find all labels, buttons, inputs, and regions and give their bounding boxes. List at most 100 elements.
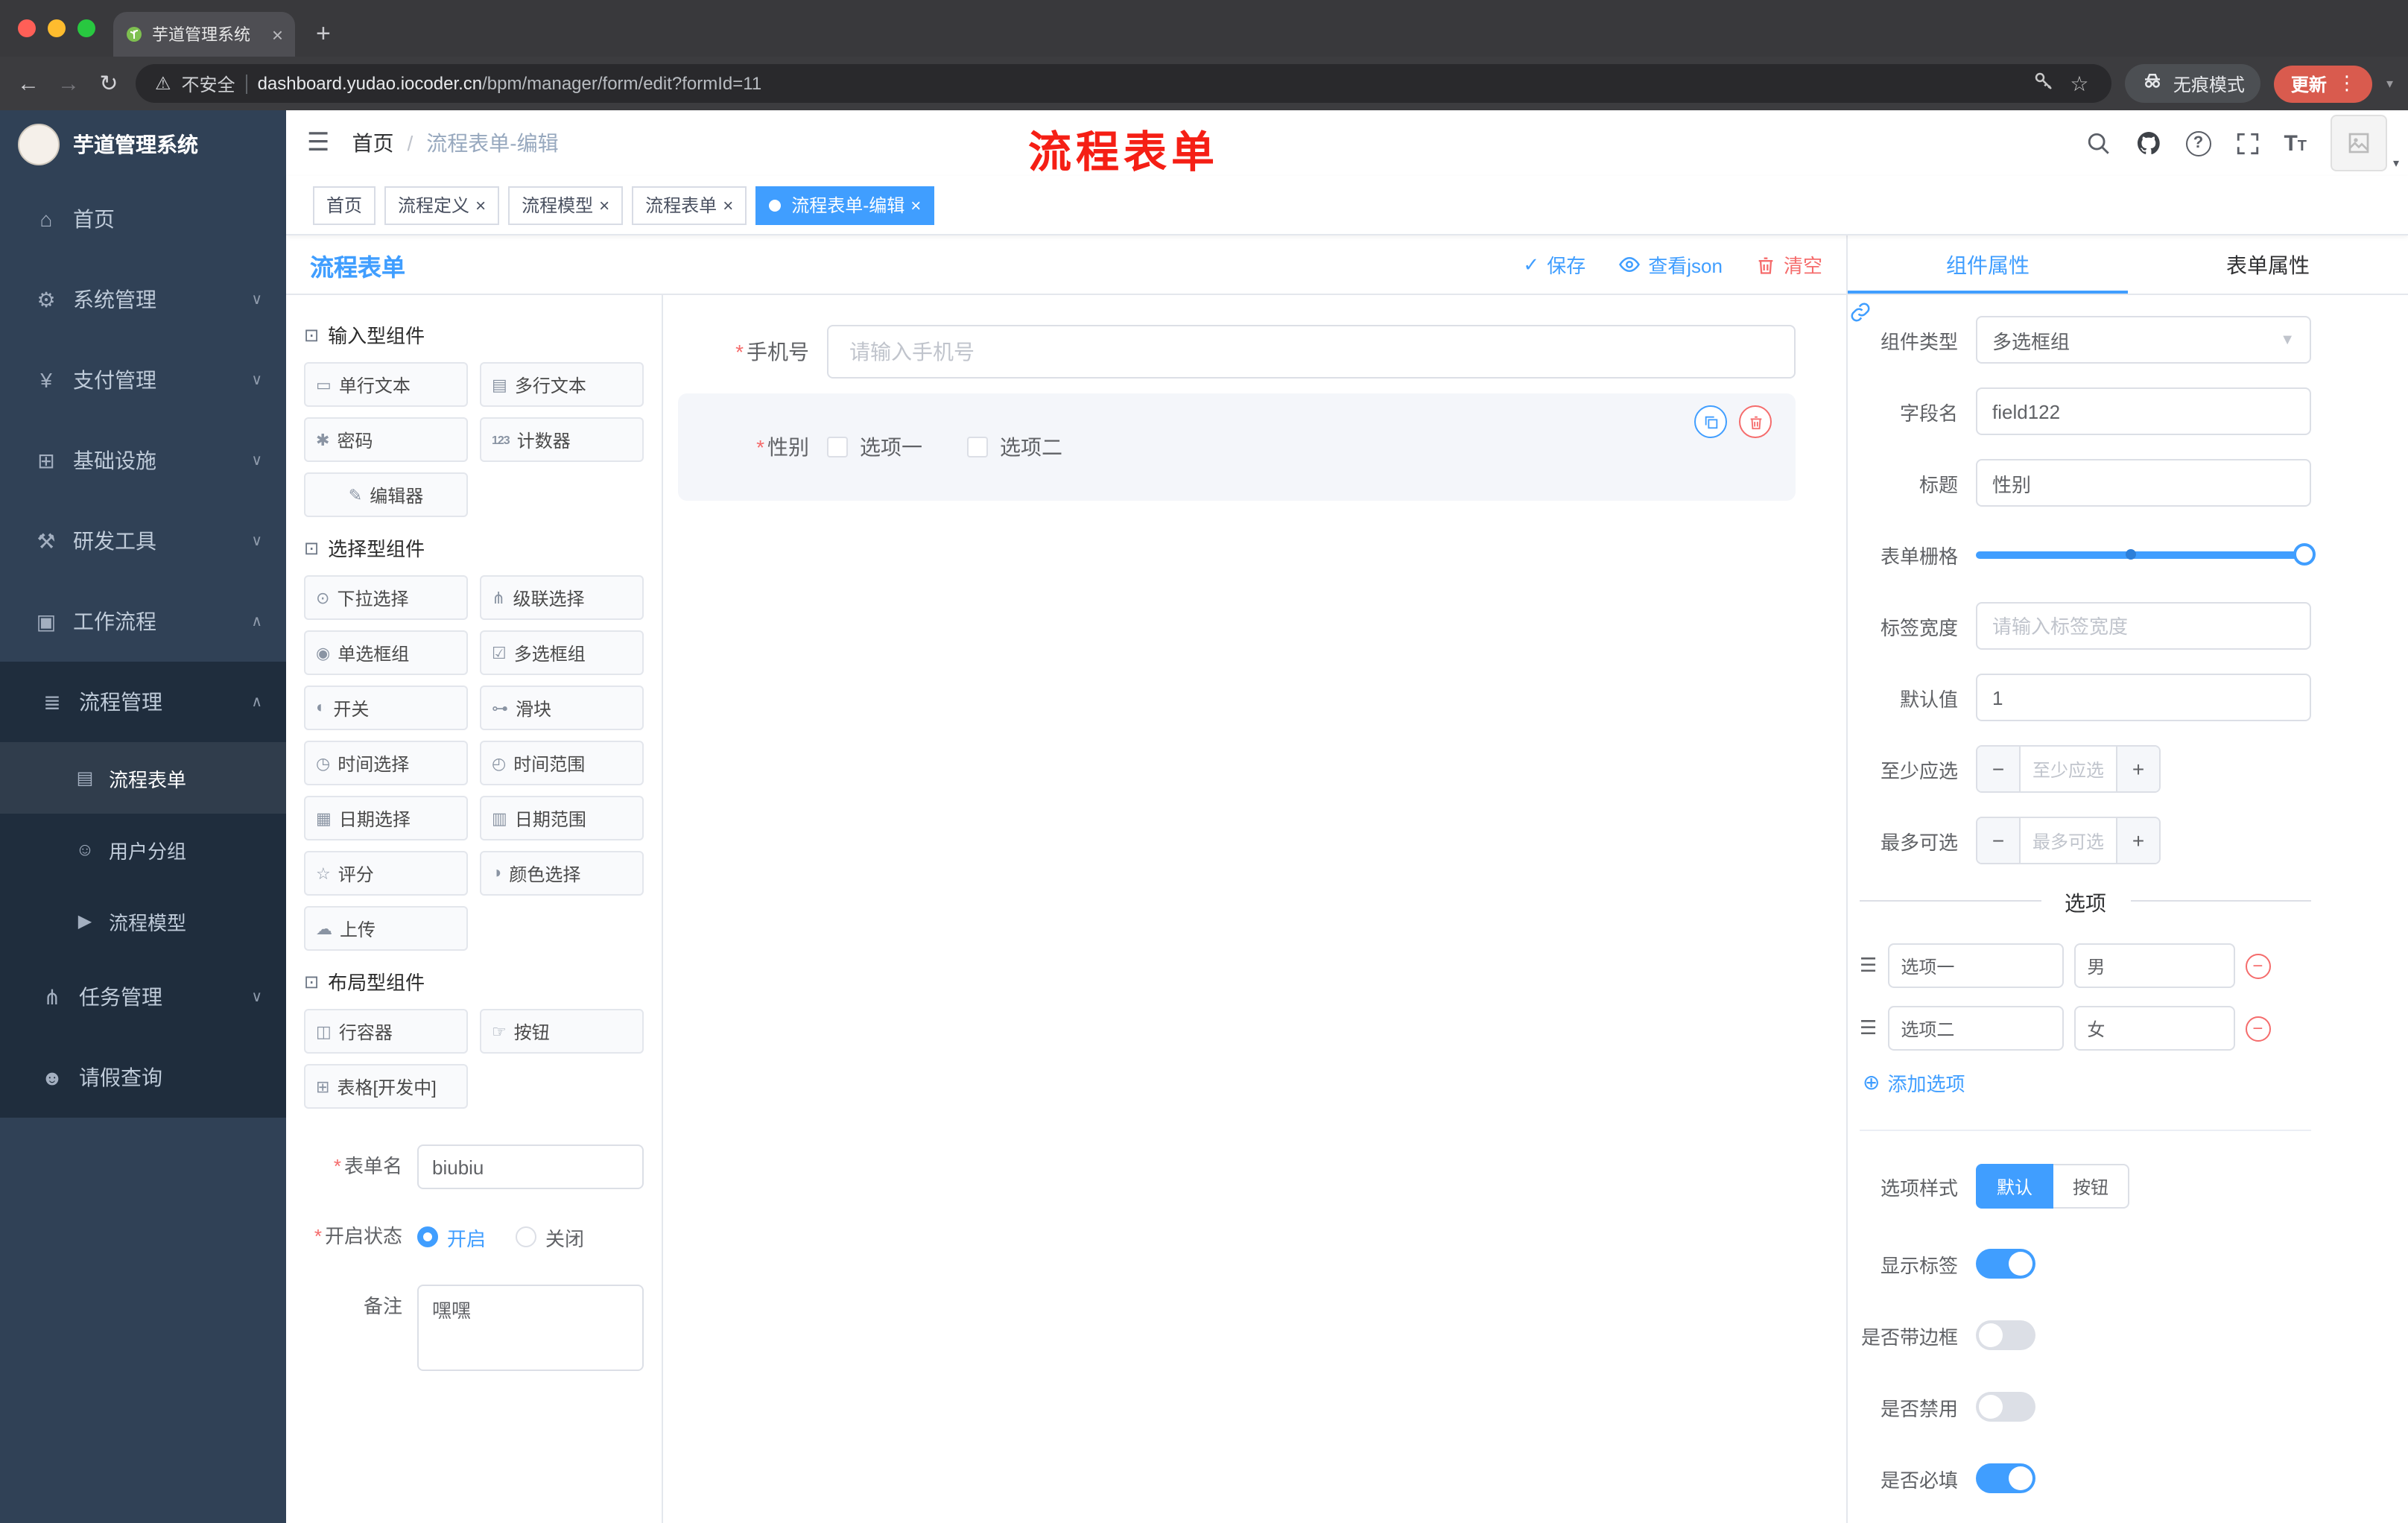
option-value-input[interactable] (2073, 1006, 2235, 1051)
slider-track[interactable] (1976, 543, 2316, 566)
drag-handle-icon[interactable]: ☰ (1860, 954, 1877, 978)
decrease-button[interactable]: − (1977, 818, 2021, 863)
fullscreen-icon[interactable] (2234, 130, 2260, 156)
option-value-input[interactable] (2073, 943, 2235, 988)
increase-button[interactable]: + (2116, 818, 2159, 863)
palette-item-slider[interactable]: ⊶ 滑块 (480, 685, 644, 730)
form-remark-textarea[interactable]: 嘿嘿 (417, 1285, 644, 1371)
traffic-light-zoom[interactable] (77, 19, 95, 37)
palette-item-button[interactable]: ☞ 按钮 (480, 1009, 644, 1054)
required-switch[interactable] (1976, 1463, 2035, 1493)
sidebar-item-task-mgmt[interactable]: ⋔ 任务管理 ∨ (0, 957, 286, 1037)
sidebar-item-home[interactable]: ⌂ 首页 (0, 179, 286, 259)
palette-item-time-range[interactable]: ◴ 时间范围 (480, 741, 644, 785)
bookmark-star-icon[interactable]: ☆ (2066, 71, 2093, 96)
sidebar-item-process-model[interactable]: ▶ 流程模型 (0, 885, 286, 957)
status-on-radio[interactable]: 开启 (417, 1223, 486, 1251)
tab-close-icon[interactable]: × (272, 23, 283, 45)
palette-item-radio-group[interactable]: ◉ 单选框组 (304, 630, 468, 675)
palette-item-switch[interactable]: ◐ 开关 (304, 685, 468, 730)
security-label[interactable]: 不安全 (182, 71, 235, 96)
title-input[interactable] (1976, 459, 2311, 507)
link-icon[interactable] (1849, 301, 1872, 331)
browser-menu-icon[interactable]: ⋮ (2337, 72, 2357, 95)
status-off-radio[interactable]: 关闭 (516, 1223, 584, 1251)
copy-component-button[interactable] (1694, 405, 1727, 438)
palette-item-time-picker[interactable]: ◷ 时间选择 (304, 741, 468, 785)
tag-close-icon[interactable]: × (599, 196, 609, 214)
add-option-button[interactable]: ⊕ 添加选项 (1863, 1068, 2311, 1097)
max-select-value[interactable]: 最多可选 (2021, 818, 2116, 863)
traffic-light-minimize[interactable] (48, 19, 66, 37)
palette-item-single-line-text[interactable]: ▭ 单行文本 (304, 362, 468, 407)
help-icon[interactable]: ? (2185, 130, 2211, 156)
phone-input[interactable] (827, 325, 1796, 379)
palette-item-password[interactable]: ✱ 密码 (304, 417, 468, 462)
increase-button[interactable]: + (2116, 747, 2159, 791)
min-select-value[interactable]: 至少应选 (2021, 747, 2116, 791)
palette-item-row-container[interactable]: ◫ 行容器 (304, 1009, 468, 1054)
sidebar-item-infrastructure[interactable]: ⊞ 基础设施 ∨ (0, 420, 286, 501)
address-bar[interactable]: ⚠ 不安全 dashboard.yudao.iocoder.cn/bpm/man… (136, 64, 2112, 103)
palette-item-counter[interactable]: 123 计数器 (480, 417, 644, 462)
avatar[interactable]: ▾ (2331, 115, 2399, 171)
decrease-button[interactable]: − (1977, 747, 2021, 791)
drag-handle-icon[interactable]: ☰ (1860, 1016, 1877, 1040)
tag-process-form[interactable]: 流程表单 × (632, 186, 747, 224)
traffic-light-close[interactable] (18, 19, 36, 37)
tag-process-definition[interactable]: 流程定义 × (384, 186, 500, 224)
remove-option-button[interactable]: − (2245, 953, 2271, 978)
field-name-input[interactable] (1976, 387, 2311, 435)
checkbox-option-2[interactable]: 选项二 (967, 432, 1062, 462)
option-label-input[interactable] (1887, 1006, 2064, 1051)
checkbox-option-1[interactable]: 选项一 (827, 432, 922, 462)
sidebar-item-payment-mgmt[interactable]: ¥ 支付管理 ∨ (0, 340, 286, 420)
back-icon[interactable]: ← (15, 71, 42, 96)
font-size-icon[interactable]: TT (2284, 132, 2307, 154)
sidebar-item-system-mgmt[interactable]: ⚙ 系统管理 ∨ (0, 259, 286, 340)
sidebar-item-process-form[interactable]: ▤ 流程表单 (0, 742, 286, 814)
palette-item-color-picker[interactable]: ◑ 颜色选择 (480, 851, 644, 896)
clear-button[interactable]: 清空 (1755, 250, 1822, 279)
palette-item-table[interactable]: ⊞ 表格[开发中] (304, 1064, 468, 1109)
sidebar-item-process-mgmt[interactable]: ≣ 流程管理 ∧ (0, 662, 286, 742)
palette-item-date-range[interactable]: ▥ 日期范围 (480, 796, 644, 840)
slider-handle[interactable] (2293, 543, 2316, 566)
tag-close-icon[interactable]: × (723, 196, 733, 214)
form-grid-slider[interactable] (1976, 531, 2316, 578)
new-tab-button[interactable]: + (316, 19, 331, 49)
reload-icon[interactable]: ↻ (95, 70, 122, 97)
search-icon[interactable] (2085, 130, 2111, 156)
palette-item-select[interactable]: ⊙ 下拉选择 (304, 575, 468, 620)
label-width-input[interactable] (1976, 602, 2311, 650)
sidebar-item-leave-query[interactable]: ☻ 请假查询 (0, 1037, 286, 1118)
remove-option-button[interactable]: − (2245, 1016, 2271, 1041)
sidebar-item-dev-tools[interactable]: ⚒ 研发工具 ∨ (0, 501, 286, 581)
tag-process-model[interactable]: 流程模型 × (508, 186, 624, 224)
tab-form-props[interactable]: 表单属性 (2128, 235, 2408, 294)
show-label-switch[interactable] (1976, 1249, 2035, 1279)
logo[interactable]: 芋道管理系统 (0, 110, 286, 179)
palette-item-date-picker[interactable]: ▦ 日期选择 (304, 796, 468, 840)
tag-home[interactable]: 首页 (313, 186, 376, 224)
save-button[interactable]: ✓ 保存 (1523, 250, 1585, 279)
style-button-button[interactable]: 按钮 (2053, 1164, 2130, 1209)
breadcrumb-home[interactable]: 首页 (352, 128, 394, 158)
view-json-button[interactable]: 查看json (1618, 250, 1723, 279)
github-icon[interactable] (2135, 130, 2161, 156)
palette-item-multi-line-text[interactable]: ▤ 多行文本 (480, 362, 644, 407)
default-value-input[interactable] (1976, 674, 2311, 721)
form-name-input[interactable] (417, 1144, 644, 1189)
tag-process-form-edit[interactable]: 流程表单-编辑 × (755, 186, 935, 224)
component-type-select[interactable]: 多选框组 ▼ (1976, 316, 2311, 364)
palette-item-cascader[interactable]: ⋔ 级联选择 (480, 575, 644, 620)
key-icon[interactable] (2033, 70, 2056, 97)
palette-item-editor[interactable]: ✎ 编辑器 (304, 472, 468, 517)
phone-field-row[interactable]: * 手机号 (678, 325, 1796, 379)
option-label-input[interactable] (1887, 943, 2064, 988)
gender-component-selected[interactable]: * 性别 选项一 选项二 (678, 393, 1796, 501)
toolbar-caret-icon[interactable]: ▾ (2386, 75, 2393, 92)
delete-component-button[interactable] (1739, 405, 1772, 438)
browser-tab[interactable]: 芋道管理系统 × (113, 12, 295, 57)
sidebar-item-user-group[interactable]: ☺ 用户分组 (0, 814, 286, 885)
